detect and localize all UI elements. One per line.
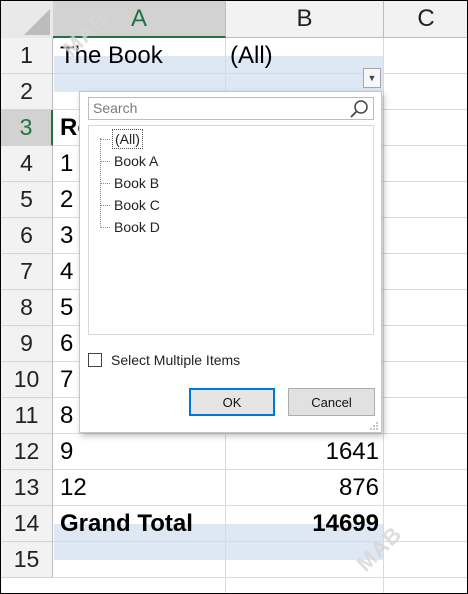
row-header[interactable]: 9 <box>1 326 53 362</box>
row-label-cell[interactable]: 8 <box>60 398 73 434</box>
row-label-cell[interactable]: 4 <box>60 254 73 290</box>
row-header[interactable]: 11 <box>1 398 53 434</box>
row-header[interactable]: 12 <box>1 434 53 470</box>
list-item-label: (All) <box>112 129 143 149</box>
list-item-label: Book C <box>114 197 160 213</box>
grand-total-value[interactable]: 14699 <box>227 506 379 542</box>
row-label-cell[interactable]: 3 <box>60 218 73 254</box>
select-multiple-option[interactable]: Select Multiple Items <box>88 351 240 369</box>
row-header[interactable]: 7 <box>1 254 53 290</box>
item-tree-list: (All) Book A Book B Book C Book D <box>88 125 374 335</box>
value-cell[interactable]: 1641 <box>227 434 379 470</box>
filter-field-value[interactable]: (All) <box>230 38 273 74</box>
filter-dropdown-panel: (All) Book A Book B Book C Book D Select… <box>79 91 382 433</box>
search-input[interactable] <box>89 98 343 118</box>
row-header[interactable]: 10 <box>1 362 53 398</box>
row-label-cell[interactable]: 7 <box>60 362 73 398</box>
row-header[interactable]: 4 <box>1 146 53 182</box>
search-box <box>88 97 374 120</box>
row-header[interactable]: 5 <box>1 182 53 218</box>
resize-grip-icon[interactable] <box>370 422 378 430</box>
select-multiple-label: Select Multiple Items <box>111 352 241 368</box>
chevron-down-icon: ▼ <box>367 73 377 83</box>
column-header-b[interactable]: B <box>226 1 384 38</box>
filter-dropdown-button[interactable]: ▼ <box>363 68 381 88</box>
row-label-cell[interactable]: 5 <box>60 290 73 326</box>
list-item-label: Book D <box>114 219 160 235</box>
row-header[interactable]: 6 <box>1 218 53 254</box>
select-multiple-checkbox[interactable] <box>88 353 102 367</box>
row-label-cell[interactable]: 2 <box>60 182 73 218</box>
search-icon[interactable] <box>349 99 369 119</box>
row-header[interactable]: 3 <box>1 110 53 146</box>
ok-button[interactable]: OK <box>189 388 275 416</box>
value-cell[interactable]: 876 <box>227 470 379 506</box>
row-header[interactable]: 14 <box>1 506 53 542</box>
row-label-cell[interactable]: 12 <box>60 470 87 506</box>
list-item[interactable]: Book A <box>100 150 160 172</box>
spreadsheet-window: A B C 1 2 3 4 5 6 7 8 9 10 11 12 13 14 1… <box>0 0 468 594</box>
row-label-cell[interactable]: 1 <box>60 146 73 182</box>
list-item[interactable]: Book D <box>100 216 162 238</box>
row-header[interactable]: 1 <box>1 38 53 74</box>
grand-total-label[interactable]: Grand Total <box>60 506 193 542</box>
select-all-corner[interactable] <box>1 1 54 39</box>
list-item[interactable]: (All) <box>100 128 143 150</box>
row-label-cell[interactable]: 6 <box>60 326 73 362</box>
list-item-label: Book A <box>114 153 159 169</box>
cancel-button[interactable]: Cancel <box>288 388 375 416</box>
row-header[interactable]: 2 <box>1 74 53 110</box>
row-header[interactable]: 15 <box>1 542 53 578</box>
column-header-c[interactable]: C <box>384 1 467 38</box>
list-item[interactable]: Book C <box>100 194 162 216</box>
list-item-label: Book B <box>114 175 160 191</box>
row-label-cell[interactable]: 9 <box>60 434 73 470</box>
row-header[interactable]: 13 <box>1 470 53 506</box>
list-item[interactable]: Book B <box>100 172 161 194</box>
row-header[interactable]: 8 <box>1 290 53 326</box>
